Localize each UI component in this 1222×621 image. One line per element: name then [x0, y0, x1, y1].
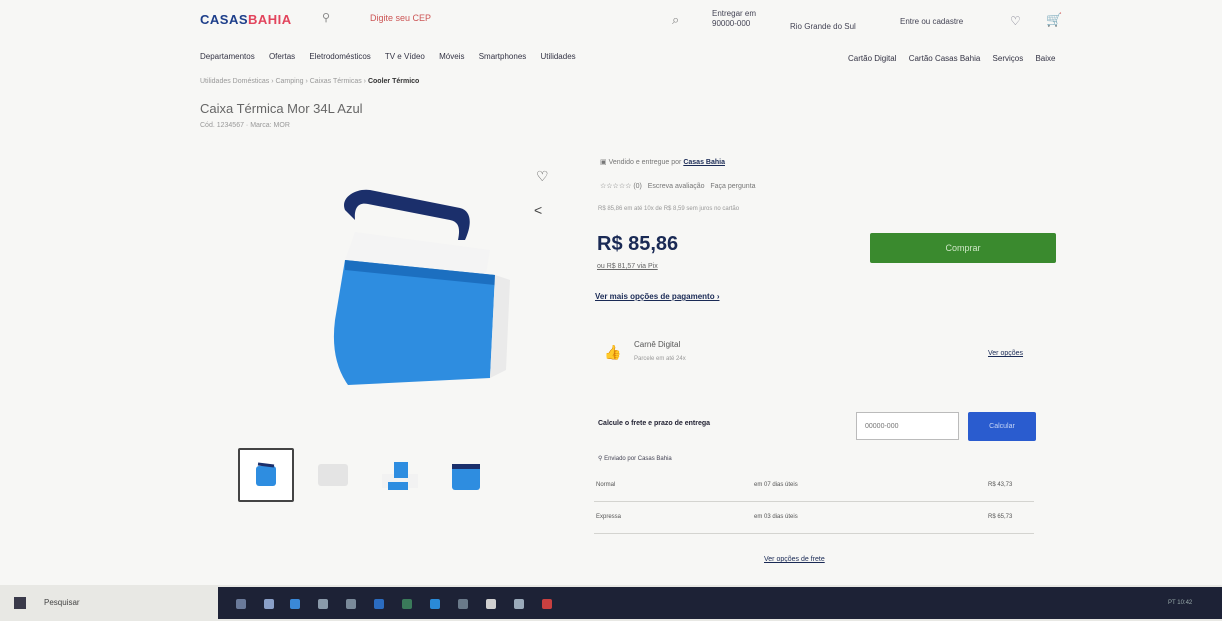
nav-item[interactable]: Ofertas — [269, 52, 295, 61]
site-header: CASASBAHIA ⚲ Digite seu CEP ⌕ Entregar e… — [0, 0, 1222, 46]
breadcrumb-item[interactable]: Camping — [275, 78, 303, 85]
shipping-price: R$ 65,73 — [988, 514, 1013, 520]
location-pin-icon[interactable]: ⚲ — [322, 11, 330, 24]
share-icon[interactable]: < — [534, 202, 542, 218]
app-icon[interactable] — [486, 599, 496, 609]
windows-start-icon[interactable] — [14, 597, 26, 609]
shipping-eta: em 07 dias úteis — [754, 482, 798, 488]
nav-right-item[interactable]: Baixe — [1035, 54, 1055, 63]
delivery-cep: 90000-000 — [712, 19, 751, 28]
app-icon[interactable] — [458, 599, 468, 609]
cart-icon[interactable]: 🛒 — [1046, 12, 1062, 28]
nav-right-item[interactable]: Serviços — [993, 54, 1024, 63]
freight-label: Calcule o frete e prazo de entrega — [598, 420, 711, 427]
nav-item[interactable]: Utilidades — [541, 52, 576, 61]
taskbar: Pesquisar PT 10:42 — [0, 585, 1222, 621]
review-link[interactable]: Escreva avaliação — [648, 183, 705, 190]
nav-item[interactable]: Departamentos — [200, 52, 255, 61]
product-image[interactable] — [300, 180, 520, 400]
nav-item[interactable]: TV e Vídeo — [385, 52, 425, 61]
thumbs-up-icon: 👍 — [604, 344, 622, 360]
page-title: Caixa Térmica Mor 34L Azul — [200, 101, 363, 116]
breadcrumb: Utilidades Domésticas › Camping › Caixas… — [200, 78, 420, 85]
taskbar-apps: PT 10:42 — [218, 587, 1222, 619]
service-sub: Parcele em até 24x — [634, 356, 686, 362]
search-icon[interactable]: ⌕ — [672, 12, 679, 28]
task-view-icon[interactable] — [236, 599, 246, 609]
buy-button[interactable]: Comprar — [870, 233, 1056, 263]
table-row: Expressa em 03 dias úteis R$ 65,73 — [594, 506, 1034, 534]
location-text[interactable]: Digite seu CEP — [370, 13, 431, 23]
delivery-info[interactable]: Entregar em 90000-000 — [712, 9, 756, 29]
price-note: ou R$ 81,57 via Pix — [597, 263, 658, 270]
rating-row: ☆☆☆☆☆ (0) Escreva avaliação Faça pergunt… — [600, 182, 756, 190]
app-icon[interactable] — [430, 599, 440, 609]
table-row: Normal em 07 dias úteis R$ 43,73 — [594, 474, 1034, 502]
thumbnail-image — [382, 462, 418, 490]
ship-from-text: ⚲ Enviado por Casas Bahia — [598, 456, 672, 462]
browser-page: CASASBAHIA ⚲ Digite seu CEP ⌕ Entregar e… — [0, 0, 1222, 585]
question-link[interactable]: Faça pergunta — [710, 183, 755, 190]
thumbnail-3[interactable] — [374, 448, 430, 502]
service-name: Carnê Digital — [634, 340, 681, 349]
payment-options-link[interactable]: Ver mais opções de pagamento › — [595, 292, 719, 301]
main-nav: Departamentos Ofertas Eletrodomésticos T… — [200, 52, 588, 61]
delivery-label: Entregar em — [712, 9, 757, 18]
seller-link[interactable]: Casas Bahia — [683, 159, 725, 166]
thumbnail-4[interactable] — [442, 448, 498, 502]
store-icon: ▣ — [600, 159, 607, 166]
calculate-button[interactable]: Calcular — [968, 412, 1036, 441]
app-icon[interactable] — [318, 599, 328, 609]
app-icon[interactable] — [542, 599, 552, 609]
shipping-name: Expressa — [596, 514, 622, 520]
thumbnail-image — [256, 462, 276, 486]
thumbnail-image — [318, 464, 348, 486]
product-code: Cód. 1234567 · Marca: MOR — [200, 122, 290, 129]
nav-item[interactable]: Eletrodomésticos — [309, 52, 370, 61]
app-icon[interactable] — [514, 599, 524, 609]
mail-icon[interactable] — [346, 599, 356, 609]
favorite-heart-icon[interactable]: ♡ — [536, 168, 549, 185]
word-icon[interactable] — [374, 599, 384, 609]
shipping-name: Normal — [596, 482, 616, 488]
secondary-nav: Cartão Digital Cartão Casas Bahia Serviç… — [838, 54, 1055, 63]
heart-icon[interactable]: ♡ — [1010, 14, 1021, 28]
service-more-link[interactable]: Ver opções — [988, 350, 1023, 357]
nav-item[interactable]: Smartphones — [479, 52, 527, 61]
system-tray[interactable]: PT 10:42 — [1168, 600, 1192, 606]
shipping-eta: em 03 dias úteis — [754, 514, 798, 520]
product-price: R$ 85,86 — [597, 233, 679, 255]
nav-right-item[interactable]: Cartão Digital — [848, 54, 896, 63]
more-freight-link[interactable]: Ver opções de frete — [764, 556, 825, 563]
breadcrumb-current: Cooler Térmico — [367, 78, 420, 85]
edge-icon[interactable] — [290, 599, 300, 609]
thumbnail-image — [452, 464, 480, 490]
site-logo[interactable]: CASASBAHIA — [200, 12, 292, 27]
shipping-price: R$ 43,73 — [988, 482, 1013, 488]
seller-info: ▣ Vendido e entregue por Casas Bahia — [600, 159, 725, 166]
cep-input[interactable] — [856, 412, 959, 440]
delivery-city[interactable]: Rio Grande do Sul — [790, 22, 856, 31]
nav-right-item[interactable]: Cartão Casas Bahia — [909, 54, 981, 63]
login-link[interactable]: Entre ou cadastre — [900, 17, 963, 26]
breadcrumb-item[interactable]: Caixas Térmicas — [310, 78, 362, 85]
star-rating: ☆☆☆☆☆ (0) — [600, 183, 642, 190]
installments-text: R$ 85,86 em até 10x de R$ 8,59 sem juros… — [598, 206, 740, 212]
breadcrumb-item[interactable]: Utilidades Domésticas — [200, 78, 269, 85]
nav-item[interactable]: Móveis — [439, 52, 464, 61]
thumbnail-1[interactable] — [238, 448, 294, 502]
taskbar-search[interactable]: Pesquisar — [44, 598, 80, 607]
app-icon[interactable] — [402, 599, 412, 609]
app-icon[interactable] — [264, 599, 274, 609]
thumbnail-2[interactable] — [306, 448, 362, 502]
